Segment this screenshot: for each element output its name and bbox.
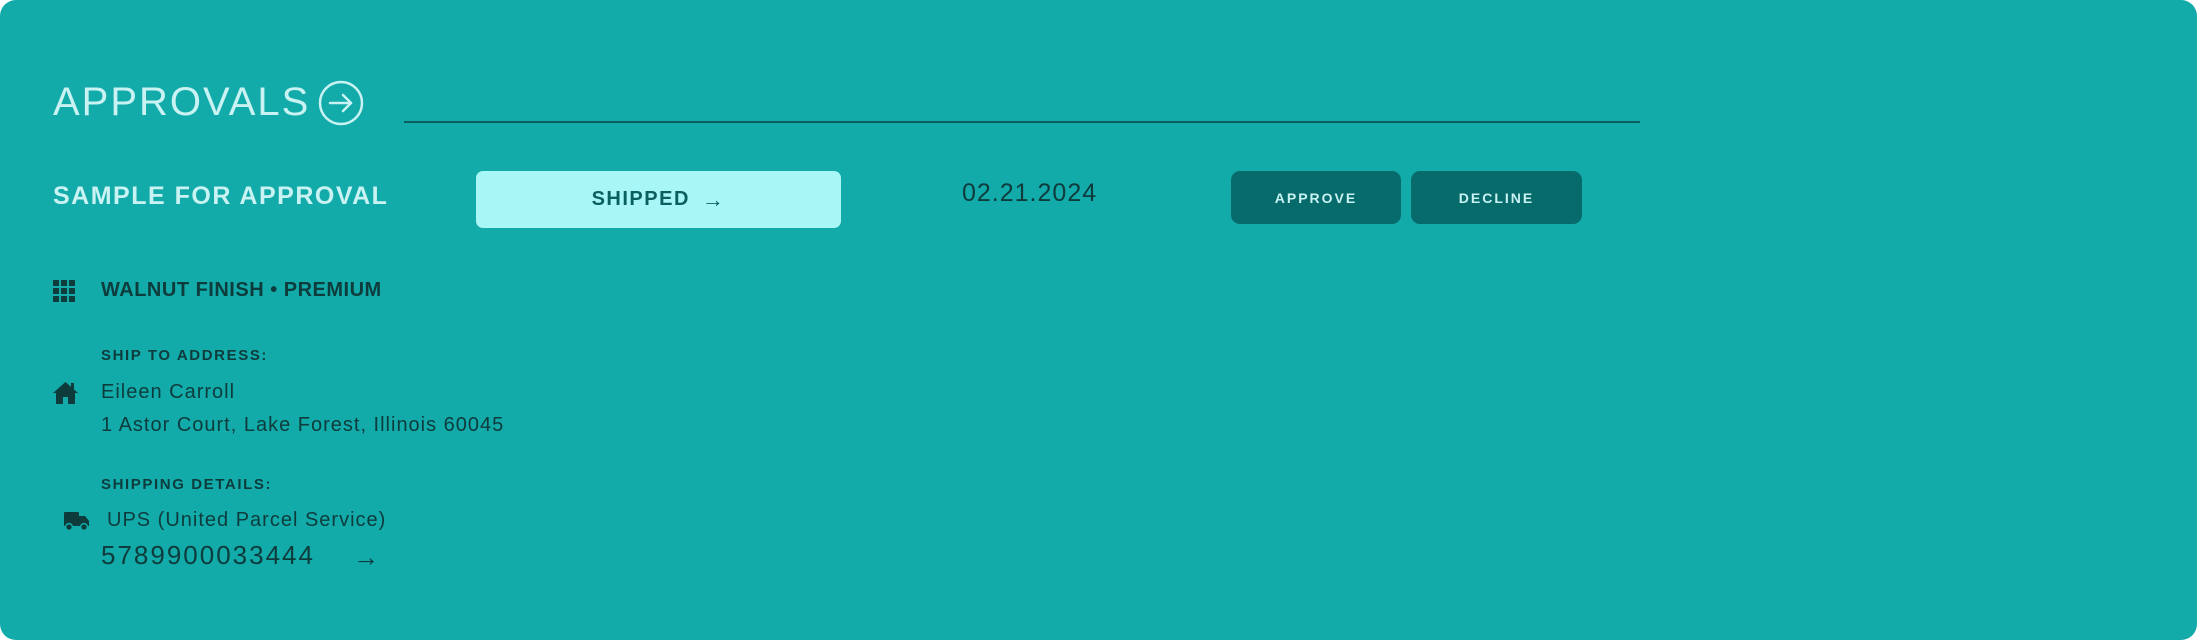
recipient-name: Eileen Carroll <box>101 381 236 403</box>
tracking-arrow-icon[interactable]: → <box>353 543 379 571</box>
arrow-right-circle-icon[interactable] <box>318 80 364 126</box>
truck-icon <box>64 512 89 532</box>
home-icon <box>53 382 78 404</box>
tracking-number[interactable]: 5789900033444 <box>101 539 315 571</box>
status-shipped-button[interactable]: SHIPPED → <box>476 171 841 228</box>
carrier-name: UPS (United Parcel Service) <box>107 509 387 531</box>
grid-icon <box>53 280 75 302</box>
item-label: SAMPLE FOR APPROVAL <box>53 182 389 210</box>
finish-description: WALNUT FINISH • PREMIUM <box>101 279 382 301</box>
item-date: 02.21.2024 <box>962 179 1098 207</box>
approve-button[interactable]: APPROVE <box>1231 171 1401 224</box>
approvals-card: APPROVALS SAMPLE FOR APPROVAL SHIPPED → … <box>0 0 2197 640</box>
page-title: APPROVALS <box>53 80 311 124</box>
header-divider <box>404 121 1640 123</box>
recipient-address: 1 Astor Court, Lake Forest, Illinois 600… <box>101 414 505 436</box>
decline-button[interactable]: DECLINE <box>1411 171 1582 224</box>
shipping-details-heading: SHIPPING DETAILS: <box>101 476 273 493</box>
status-label: SHIPPED <box>591 188 690 210</box>
ship-to-heading: SHIP TO ADDRESS: <box>101 347 269 364</box>
arrow-right-icon: → <box>701 186 726 212</box>
